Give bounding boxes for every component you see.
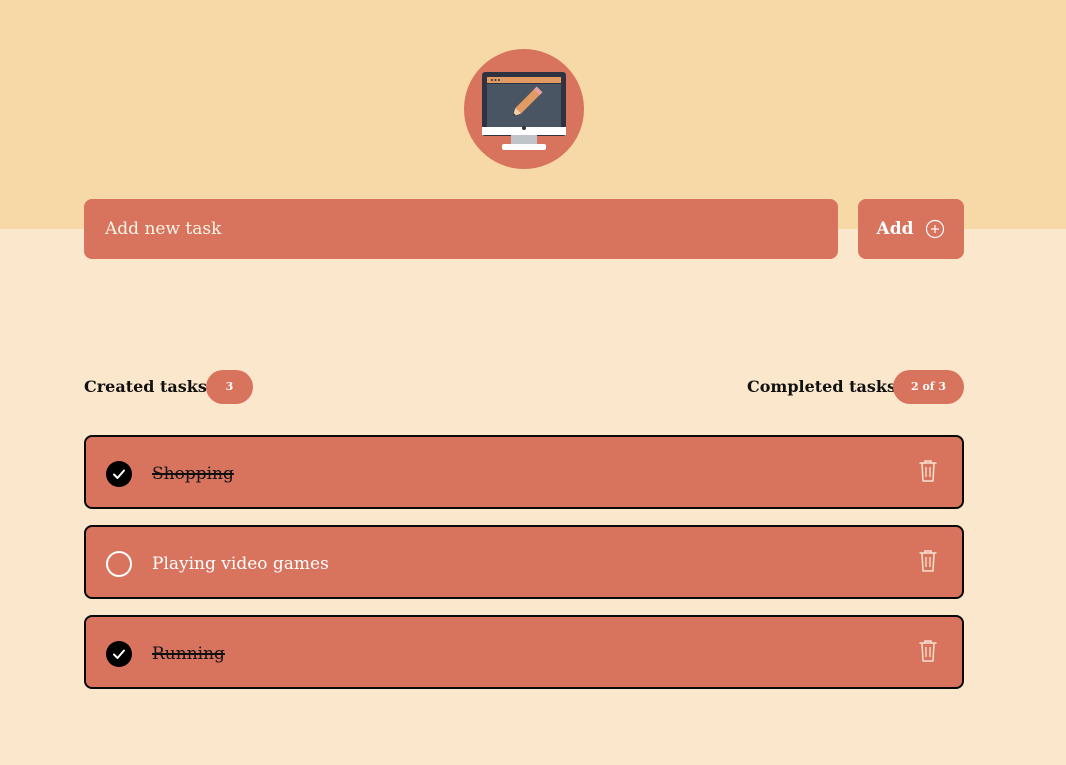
task-title: Shopping bbox=[152, 464, 234, 484]
computer-pencil-icon bbox=[464, 49, 584, 169]
add-button-label: Add bbox=[876, 219, 914, 239]
trash-icon[interactable] bbox=[919, 549, 937, 573]
task-checkbox-checked[interactable] bbox=[106, 641, 132, 667]
task-counters: Created tasks 3 Completed tasks 2 of 3 bbox=[84, 370, 964, 404]
completed-tasks-label: Completed tasks bbox=[747, 377, 896, 396]
task-checkbox-checked[interactable] bbox=[106, 461, 132, 487]
created-tasks-label: Created tasks bbox=[84, 377, 207, 396]
task-title: Playing video games bbox=[152, 554, 329, 574]
plus-circle-icon bbox=[925, 219, 945, 239]
trash-icon[interactable] bbox=[919, 639, 937, 663]
task-title: Running bbox=[152, 644, 225, 664]
task-item: Playing video games bbox=[84, 525, 964, 599]
new-task-input[interactable] bbox=[84, 199, 838, 259]
created-tasks-count: 3 bbox=[206, 370, 253, 404]
task-checkbox-unchecked[interactable] bbox=[106, 551, 132, 577]
trash-icon[interactable] bbox=[919, 459, 937, 483]
add-button[interactable]: Add bbox=[858, 199, 964, 259]
completed-tasks-count: 2 of 3 bbox=[893, 370, 964, 404]
task-item: Running bbox=[84, 615, 964, 689]
task-item: Shopping bbox=[84, 435, 964, 509]
